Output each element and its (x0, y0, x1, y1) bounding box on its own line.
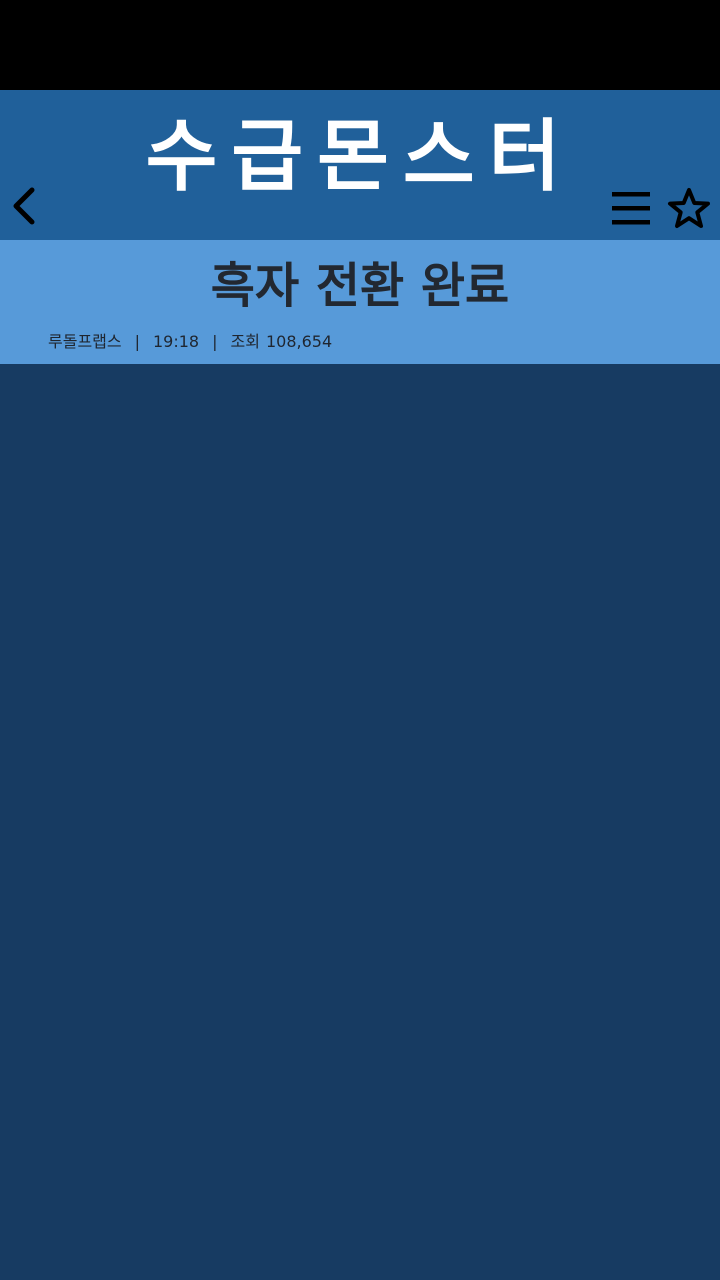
article-content (0, 364, 720, 1280)
views-label: 조회 (230, 332, 260, 351)
favorite-button[interactable] (666, 186, 712, 230)
app-header: 수급몬스터 (0, 90, 720, 240)
star-outline-icon (668, 188, 710, 228)
article-time: 19:18 (153, 332, 200, 351)
menu-button[interactable] (610, 188, 652, 228)
article-meta: 루돌프랩스 | 19:18 | 조회 108,654 (48, 334, 332, 350)
meta-separator: | (134, 332, 140, 351)
app-title: 수급몬스터 (145, 112, 575, 202)
status-bar (0, 0, 720, 90)
hamburger-menu-icon (612, 192, 650, 225)
article-banner: 흑자 전환 완료 루돌프랩스 | 19:18 | 조회 108,654 (0, 240, 720, 364)
chevron-left-icon (13, 187, 35, 225)
back-button[interactable] (6, 186, 42, 226)
meta-separator: | (212, 332, 218, 351)
views-count: 108,654 (265, 332, 333, 351)
article-author: 루돌프랩스 (48, 332, 122, 351)
article-title: 흑자 전환 완료 (210, 258, 510, 314)
